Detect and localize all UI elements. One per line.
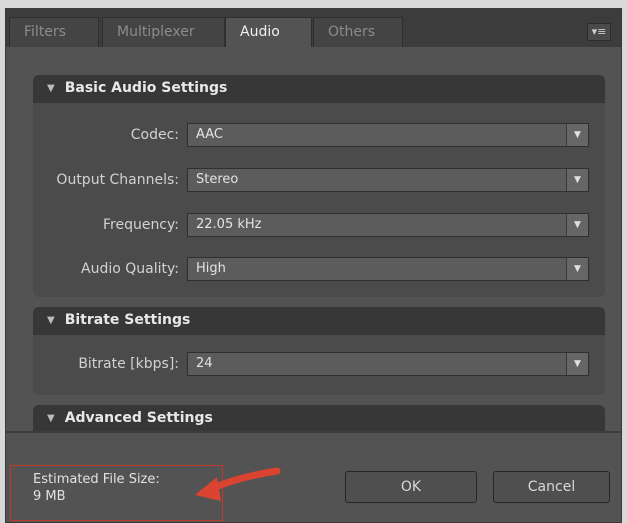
audio-quality-row: Audio Quality: High ▼ xyxy=(33,257,605,283)
output-channels-value: Stereo xyxy=(196,172,239,187)
chevron-down-icon[interactable]: ▼ xyxy=(566,214,588,236)
frequency-row: Frequency: 22.05 kHz ▼ xyxy=(33,213,605,239)
chevron-down-icon[interactable]: ▼ xyxy=(566,124,588,146)
footer-divider xyxy=(6,431,621,433)
codec-label: Codec: xyxy=(130,127,179,143)
advanced-settings-section: ▼ Advanced Settings xyxy=(33,405,605,433)
annotation-arrow-icon xyxy=(195,467,281,501)
bitrate-select[interactable]: 24 ▼ xyxy=(187,352,589,376)
output-channels-label: Output Channels: xyxy=(56,172,179,188)
advanced-settings-header[interactable]: ▼ Advanced Settings xyxy=(33,405,605,433)
audio-quality-label: Audio Quality: xyxy=(81,261,179,277)
bitrate-settings-header[interactable]: ▼ Bitrate Settings xyxy=(33,307,605,335)
basic-audio-settings-section: ▼ Basic Audio Settings Codec: AAC ▼ Outpu… xyxy=(33,75,605,297)
ok-button[interactable]: OK xyxy=(345,471,477,503)
collapse-triangle-icon: ▼ xyxy=(47,315,55,326)
bitrate-value: 24 xyxy=(196,356,213,371)
bitrate-settings-section: ▼ Bitrate Settings Bitrate [kbps]: 24 ▼ xyxy=(33,307,605,395)
bitrate-row: Bitrate [kbps]: 24 ▼ xyxy=(33,352,605,378)
collapse-triangle-icon: ▼ xyxy=(47,413,55,424)
tab-audio[interactable]: Audio xyxy=(225,17,312,47)
cancel-button[interactable]: Cancel xyxy=(493,471,610,503)
frequency-value: 22.05 kHz xyxy=(196,217,262,232)
audio-quality-value: High xyxy=(196,261,226,276)
tab-others[interactable]: Others xyxy=(313,17,403,47)
tab-multiplexer[interactable]: Multiplexer xyxy=(102,17,225,47)
output-channels-row: Output Channels: Stereo ▼ xyxy=(33,168,605,194)
section-title: Bitrate Settings xyxy=(64,312,191,328)
bitrate-label: Bitrate [kbps]: xyxy=(78,356,179,372)
section-title: Basic Audio Settings xyxy=(64,80,228,96)
section-title: Advanced Settings xyxy=(64,410,213,426)
chevron-down-icon[interactable]: ▼ xyxy=(566,169,588,191)
tab-filters[interactable]: Filters xyxy=(9,17,99,47)
chevron-down-icon[interactable]: ▼ xyxy=(566,353,588,375)
frequency-select[interactable]: 22.05 kHz ▼ xyxy=(187,213,589,237)
codec-select[interactable]: AAC ▼ xyxy=(187,123,589,147)
codec-row: Codec: AAC ▼ xyxy=(33,123,605,149)
codec-value: AAC xyxy=(196,127,223,142)
frequency-label: Frequency: xyxy=(102,217,179,233)
audio-settings-window: Filters Multiplexer Audio Others ▾≡ ▼ Bas… xyxy=(5,8,622,523)
tab-bar: Filters Multiplexer Audio Others ▾≡ xyxy=(6,9,621,47)
collapse-triangle-icon: ▼ xyxy=(47,83,55,94)
output-channels-select[interactable]: Stereo ▼ xyxy=(187,168,589,192)
chevron-down-icon[interactable]: ▼ xyxy=(566,258,588,280)
audio-quality-select[interactable]: High ▼ xyxy=(187,257,589,281)
panel-menu-icon[interactable]: ▾≡ xyxy=(587,23,611,41)
basic-audio-settings-header[interactable]: ▼ Basic Audio Settings xyxy=(33,75,605,103)
